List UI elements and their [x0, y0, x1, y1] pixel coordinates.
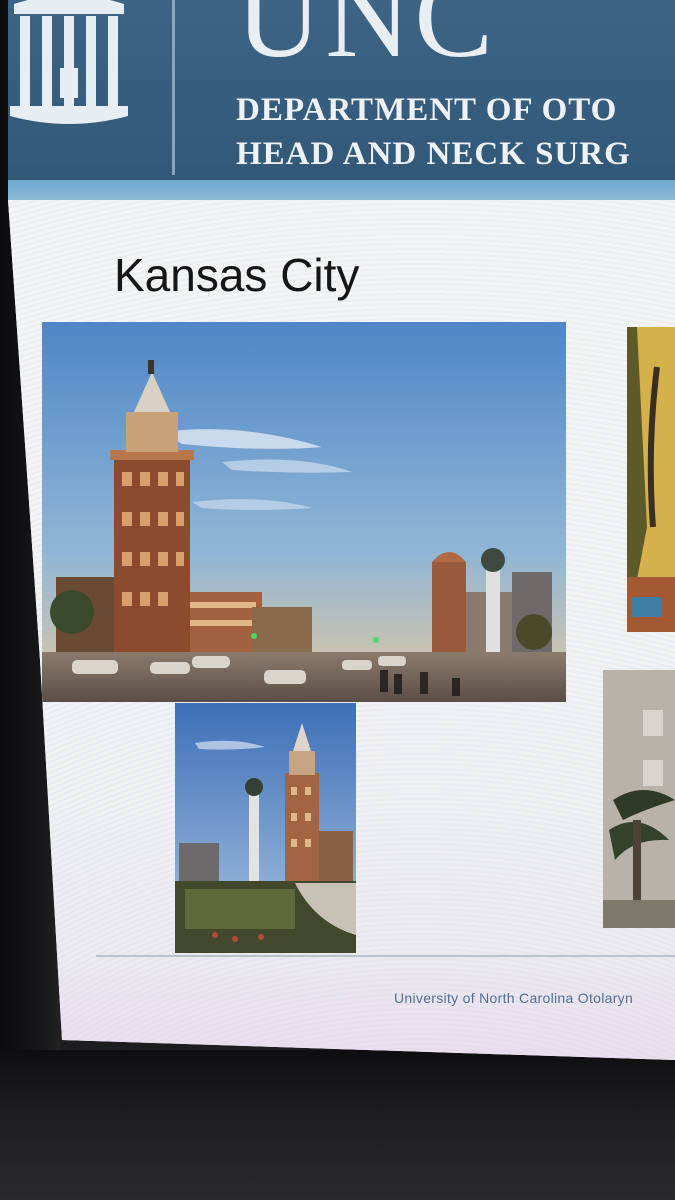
cropped-right-photo-top [627, 327, 675, 632]
department-line-1: DEPARTMENT OF OTO [236, 92, 618, 128]
monitor-bottom-bezel [0, 1050, 675, 1200]
banner-divider [172, 0, 175, 175]
footer-rule [96, 955, 675, 957]
unc-logo-text: UNC [236, 0, 498, 82]
slide-footer: University of North Carolina Otolaryn [394, 990, 634, 1006]
slide-title: Kansas City [114, 249, 360, 301]
cropped-right-photo-bottom [603, 670, 675, 928]
photo-scene: UNC DEPARTMENT OF OTO HEAD AND NECK SURG… [0, 0, 675, 1200]
tower-fountain-photo [175, 703, 356, 953]
banner-stripe [8, 180, 675, 200]
header-banner: UNC DEPARTMENT OF OTO HEAD AND NECK SURG [8, 0, 675, 185]
old-well-icon [10, 0, 128, 124]
presentation-slide: UNC DEPARTMENT OF OTO HEAD AND NECK SURG… [8, 0, 675, 1060]
main-photo [42, 322, 566, 702]
department-line-2: HEAD AND NECK SURG [236, 136, 631, 172]
